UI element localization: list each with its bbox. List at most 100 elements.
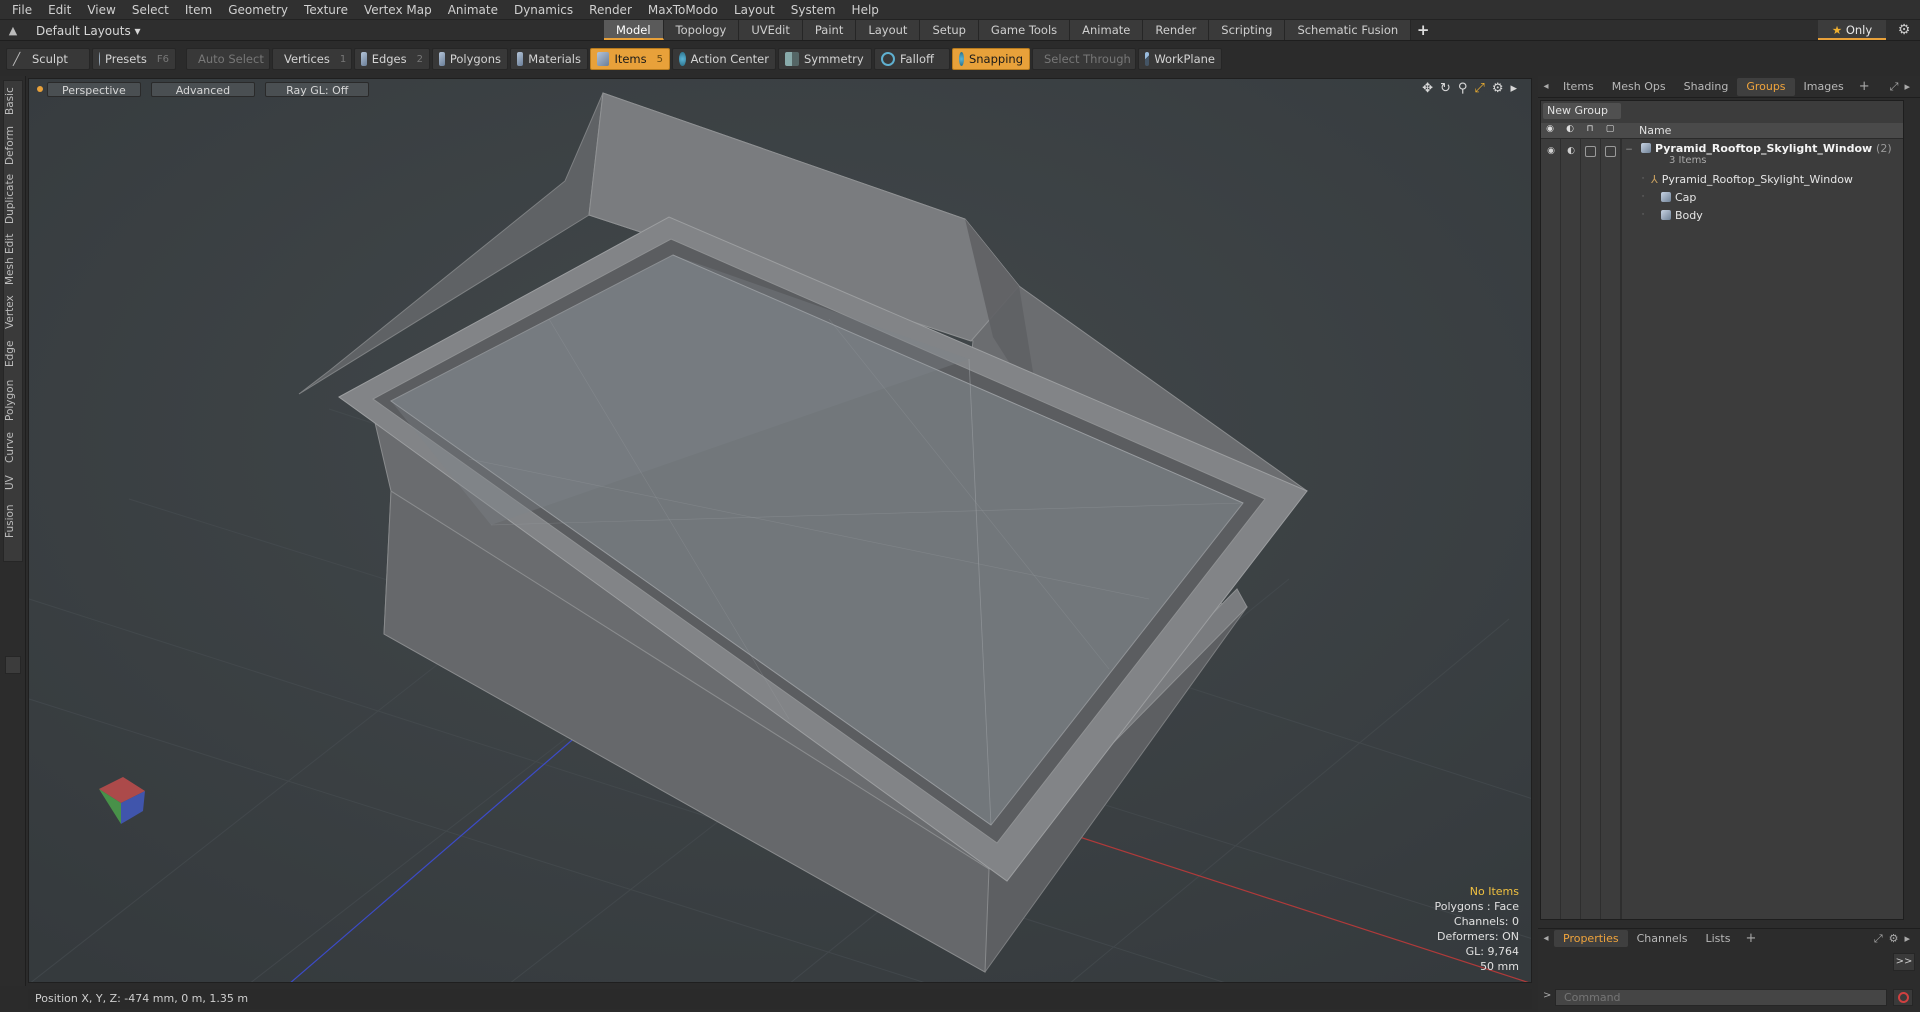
falloff-button[interactable]: Falloff [874, 48, 950, 70]
properties-menu-icon[interactable]: ◂ [1538, 933, 1554, 944]
tab-animate[interactable]: Animate [1070, 20, 1144, 40]
menu-edit[interactable]: Edit [40, 0, 79, 20]
group-name[interactable]: Pyramid_Rooftop_Skylight_Window (2) [1641, 142, 1892, 155]
panel-menu-icon[interactable]: ◂ [1538, 81, 1554, 92]
select-through-button[interactable]: Select Through [1032, 48, 1136, 70]
groups-scrollbar[interactable] [1906, 100, 1916, 920]
menu-render[interactable]: Render [581, 0, 640, 20]
menu-maxtomodo[interactable]: MaxToModo [640, 0, 726, 20]
menu-item[interactable]: Item [177, 0, 220, 20]
menu-view[interactable]: View [79, 0, 123, 20]
command-record-button[interactable] [1893, 989, 1913, 1006]
group-child-row[interactable]: · ⅄ Pyramid_Rooftop_Skylight_Window [1541, 171, 1903, 189]
tab-setup[interactable]: Setup [920, 20, 979, 40]
lefttab-vertex[interactable]: Vertex [4, 293, 22, 331]
child-locator[interactable]: ⅄ Pyramid_Rooftop_Skylight_Window [1651, 173, 1853, 186]
tab-scripting[interactable]: Scripting [1209, 20, 1286, 40]
tab-layout[interactable]: Layout [856, 20, 921, 40]
presets-button[interactable]: Presets F6 [92, 48, 176, 70]
select-column-icon[interactable]: ▢ [1603, 124, 1617, 137]
add-panel-tab-button[interactable]: + [1853, 79, 1876, 94]
menu-help[interactable]: Help [844, 0, 887, 20]
rotate-icon[interactable]: ↻ [1440, 81, 1451, 96]
name-column-header[interactable]: Name [1639, 124, 1671, 137]
default-layouts-dropdown[interactable]: Default Layouts ▾ [26, 24, 141, 38]
menu-animate[interactable]: Animate [440, 0, 506, 20]
tab-mesh-ops[interactable]: Mesh Ops [1603, 78, 1675, 96]
group-row[interactable]: ◉ ◐ − Pyramid_Rooftop_Skylight_Window (2… [1541, 141, 1903, 167]
menu-file[interactable]: File [4, 0, 40, 20]
tab-images[interactable]: Images [1795, 78, 1853, 96]
lefttab-basic[interactable]: Basic [4, 87, 22, 115]
menu-dynamics[interactable]: Dynamics [506, 0, 581, 20]
tab-schematic-fusion[interactable]: Schematic Fusion [1285, 20, 1412, 40]
panel-expand-icon[interactable]: ⤢▸ [1890, 80, 1916, 94]
shading-dropdown[interactable]: Advanced [150, 81, 256, 97]
workplane-button[interactable]: WorkPlane [1138, 48, 1222, 70]
expand-button[interactable]: >> [1893, 953, 1915, 971]
lefttab-uv[interactable]: UV [4, 473, 22, 493]
raygl-toggle[interactable]: Ray GL: Off [265, 81, 370, 97]
render-column-icon[interactable]: ◐ [1563, 124, 1577, 137]
tab-uvedit[interactable]: UVEdit [739, 20, 803, 40]
auto-select-button[interactable]: Auto Select [186, 48, 270, 70]
tab-shading[interactable]: Shading [1675, 78, 1738, 96]
child-body[interactable]: Body [1661, 209, 1703, 222]
properties-expand-icon[interactable]: ⤢⚙▸ [1874, 932, 1916, 946]
palette-toggle-button[interactable] [5, 656, 21, 674]
menu-select[interactable]: Select [124, 0, 177, 20]
menu-system[interactable]: System [783, 0, 844, 20]
edges-button[interactable]: Edges 2 [354, 48, 430, 70]
pan-icon[interactable]: ✥ [1422, 81, 1433, 96]
polygons-button[interactable]: Polygons [432, 48, 508, 70]
lefttab-deform[interactable]: Deform [4, 125, 22, 165]
menu-geometry[interactable]: Geometry [220, 0, 296, 20]
tab-items[interactable]: Items [1554, 78, 1603, 96]
expand-arrow-icon[interactable]: − [1623, 144, 1635, 156]
maximize-icon[interactable]: ⤢ [1474, 81, 1484, 96]
lefttab-fusion[interactable]: Fusion [4, 501, 22, 541]
lefttab-edge[interactable]: Edge [4, 339, 22, 369]
tab-game-tools[interactable]: Game Tools [978, 20, 1071, 40]
vertices-button[interactable]: Vertices 1 [272, 48, 352, 70]
materials-button[interactable]: Materials [510, 48, 588, 70]
menu-vertex-map[interactable]: Vertex Map [356, 0, 440, 20]
tab-topology[interactable]: Topology [663, 20, 740, 40]
lefttab-polygon[interactable]: Polygon [4, 377, 22, 423]
tab-channels[interactable]: Channels [1628, 930, 1697, 947]
menu-layout[interactable]: Layout [726, 0, 783, 20]
3d-viewport[interactable]: Perspective Advanced Ray GL: Off ✥ ↻ ⚲ ⤢… [28, 78, 1532, 983]
collapse-arrow-icon[interactable]: ▲ [0, 24, 26, 37]
zoom-icon[interactable]: ⚲ [1458, 81, 1468, 96]
gear-icon[interactable]: ⚙ [1892, 20, 1916, 41]
render-toggle-icon[interactable]: ◐ [1565, 145, 1577, 157]
symmetry-button[interactable]: Symmetry [778, 48, 872, 70]
group-child-row[interactable]: · Cap [1541, 189, 1903, 207]
view-mode-dropdown[interactable]: Perspective [47, 81, 141, 97]
action-center-button[interactable]: Action Center [672, 48, 776, 70]
lefttab-duplicate[interactable]: Duplicate [4, 173, 22, 225]
viewport-settings-icon[interactable]: ⚙ [1492, 81, 1504, 96]
child-cap[interactable]: Cap [1661, 191, 1696, 204]
lefttab-mesh-edit[interactable]: Mesh Edit [4, 233, 22, 285]
lefttab-curve[interactable]: Curve [4, 431, 22, 465]
visibility-column-icon[interactable]: ◉ [1543, 124, 1557, 137]
items-button[interactable]: Items 5 [590, 48, 670, 70]
menu-texture[interactable]: Texture [296, 0, 356, 20]
add-properties-tab-button[interactable]: + [1739, 931, 1762, 946]
select-checkbox[interactable] [1605, 146, 1616, 157]
lock-column-icon[interactable]: ⊓ [1583, 124, 1597, 137]
command-input[interactable] [1555, 989, 1887, 1006]
tab-groups[interactable]: Groups [1737, 77, 1795, 96]
only-toggle[interactable]: ★ Only [1818, 20, 1886, 40]
lock-checkbox[interactable] [1585, 146, 1596, 157]
tab-properties[interactable]: Properties [1554, 930, 1628, 947]
tab-paint[interactable]: Paint [802, 20, 857, 40]
tab-render[interactable]: Render [1143, 20, 1210, 40]
new-group-button[interactable]: New Group [1543, 103, 1621, 119]
eye-icon[interactable]: ◉ [1545, 145, 1557, 157]
add-tab-button[interactable]: + [1411, 20, 1435, 41]
sculpt-button[interactable]: ╱ Sculpt [6, 48, 90, 70]
layout-menu[interactable]: ▲ Default Layouts ▾ [0, 20, 141, 41]
snapping-button[interactable]: Snapping [952, 48, 1030, 70]
